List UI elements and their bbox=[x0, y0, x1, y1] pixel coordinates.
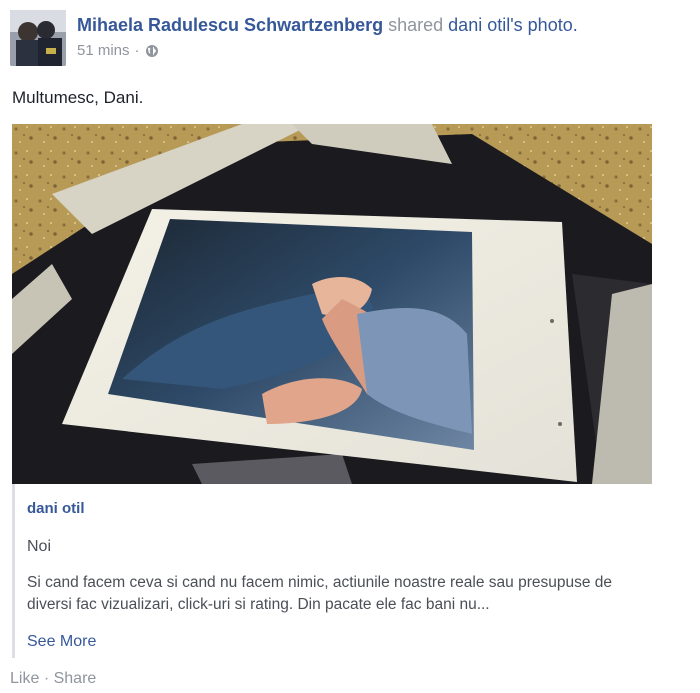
photo-link[interactable]: photo. bbox=[528, 15, 578, 35]
attachment-author-link[interactable]: dani otil bbox=[27, 500, 85, 517]
post-meta: 51 mins · bbox=[77, 42, 578, 59]
like-link[interactable]: Like bbox=[10, 670, 39, 687]
shared-label: shared bbox=[388, 15, 444, 35]
original-author-link[interactable]: dani otil's bbox=[448, 15, 522, 35]
post-actions: Like · Share bbox=[10, 670, 96, 688]
status-text: Multumesc, Dani. bbox=[12, 88, 144, 107]
globe-icon[interactable] bbox=[145, 44, 159, 58]
attachment-title: Noi bbox=[27, 538, 52, 555]
timestamp[interactable]: 51 mins bbox=[77, 42, 130, 59]
avatar[interactable] bbox=[10, 10, 66, 66]
header-text: Mihaela Radulescu Schwartzenberg shared … bbox=[77, 14, 578, 59]
share-link[interactable]: Share bbox=[54, 670, 97, 687]
headline: Mihaela Radulescu Schwartzenberg shared … bbox=[77, 14, 578, 36]
shared-attachment[interactable]: dani otil Noi Si cand facem ceva si cand… bbox=[12, 484, 655, 658]
shared-post: Mihaela Radulescu Schwartzenberg shared … bbox=[0, 0, 700, 693]
author-link[interactable]: Mihaela Radulescu Schwartzenberg bbox=[77, 15, 383, 35]
see-more-link[interactable]: See More bbox=[27, 633, 96, 651]
post-header: Mihaela Radulescu Schwartzenberg shared … bbox=[10, 10, 578, 66]
shared-photo[interactable] bbox=[12, 124, 652, 484]
meta-separator: · bbox=[134, 42, 140, 59]
attachment-body: Si cand facem ceva si cand nu facem nimi… bbox=[27, 574, 613, 613]
actions-separator: · bbox=[43, 670, 50, 687]
